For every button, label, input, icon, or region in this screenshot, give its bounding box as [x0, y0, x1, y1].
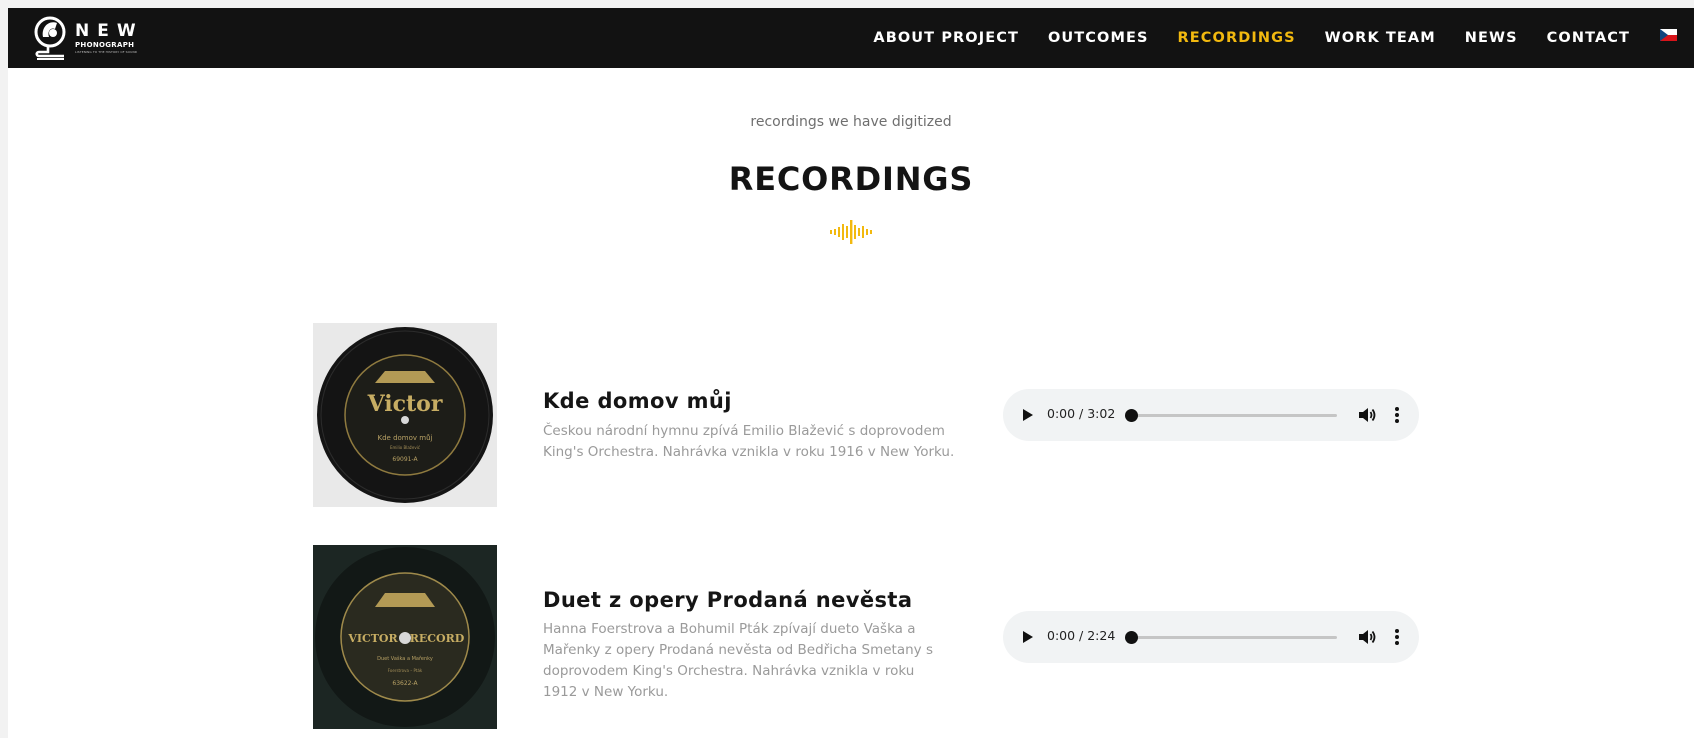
svg-text:Kde domov můj: Kde domov můj [378, 434, 433, 442]
volume-button[interactable] [1356, 626, 1378, 648]
main-nav: ABOUT PROJECT OUTCOMES RECORDINGS WORK T… [873, 8, 1630, 68]
section-kicker: recordings we have digitized [750, 114, 952, 130]
more-vertical-icon [1395, 629, 1399, 645]
nav-recordings[interactable]: RECORDINGS [1178, 30, 1296, 46]
nav-outcomes[interactable]: OUTCOMES [1048, 30, 1149, 46]
sound-wave-icon [830, 220, 872, 244]
svg-text:Victor: Victor [367, 391, 443, 417]
logo-word: NEW [75, 20, 144, 41]
nav-about-project[interactable]: ABOUT PROJECT [873, 30, 1019, 46]
nav-work-team[interactable]: WORK TEAM [1325, 30, 1436, 46]
recording-item: VICTOR RECORD Duet Vaška a Mařenky Foers… [313, 545, 1423, 729]
svg-text:VICTOR: VICTOR [347, 632, 398, 645]
svg-text:Foerstrova – Pták: Foerstrova – Pták [388, 668, 423, 673]
play-button[interactable] [1018, 627, 1038, 647]
more-options-button[interactable] [1391, 404, 1403, 426]
nav-contact[interactable]: CONTACT [1547, 30, 1630, 46]
victor-record-icon: Victor Kde domov můj Emilio Blažević 690… [313, 323, 497, 507]
seek-bar[interactable] [1131, 414, 1337, 417]
site-logo[interactable]: NEW PHONOGRAPH LISTENING TO THE HISTORY … [33, 14, 144, 62]
phonograph-logo-icon [34, 16, 66, 60]
player-time: 0:00 / 2:24 [1047, 628, 1116, 643]
more-options-button[interactable] [1391, 626, 1403, 648]
svg-text:RECORD: RECORD [410, 632, 465, 645]
volume-icon [1359, 630, 1376, 644]
recording-description: Hanna Foerstrova a Bohumil Pták zpívají … [543, 621, 933, 700]
audio-player: 0:00 / 3:02 [1003, 389, 1419, 441]
recording-title: Duet z opery Prodaná nevěsta [543, 588, 913, 612]
seek-bar[interactable] [1131, 636, 1337, 639]
page-title: RECORDINGS [728, 160, 974, 198]
more-vertical-icon [1395, 407, 1399, 423]
page: NEW PHONOGRAPH LISTENING TO THE HISTORY … [8, 8, 1694, 738]
volume-icon [1359, 408, 1376, 422]
seek-handle[interactable] [1125, 409, 1138, 422]
record-cover: VICTOR RECORD Duet Vaška a Mařenky Foers… [313, 545, 497, 729]
record-cover: Victor Kde domov můj Emilio Blažević 690… [313, 323, 497, 507]
play-icon [1023, 631, 1033, 643]
logo-tagline: LISTENING TO THE HISTORY OF SOUND [75, 49, 138, 54]
recording-description: Českou národní hymnu zpívá Emilio Blažev… [543, 423, 955, 460]
site-header: NEW PHONOGRAPH LISTENING TO THE HISTORY … [8, 8, 1694, 68]
recording-item: Victor Kde domov můj Emilio Blažević 690… [313, 323, 1423, 507]
svg-text:69091-A: 69091-A [392, 456, 418, 463]
seek-handle[interactable] [1125, 631, 1138, 644]
svg-text:Emilio Blažević: Emilio Blažević [390, 445, 420, 450]
victor-record-icon: VICTOR RECORD Duet Vaška a Mařenky Foers… [313, 545, 497, 729]
logo-subtitle: PHONOGRAPH [75, 40, 135, 49]
recording-title: Kde domov můj [543, 389, 732, 413]
volume-button[interactable] [1356, 404, 1378, 426]
play-button[interactable] [1018, 405, 1038, 425]
svg-text:63622-A: 63622-A [392, 680, 418, 687]
audio-player: 0:00 / 2:24 [1003, 611, 1419, 663]
play-icon [1023, 409, 1033, 421]
player-time: 0:00 / 3:02 [1047, 406, 1116, 421]
czech-flag-icon[interactable] [1660, 29, 1677, 41]
logo-text: NEW PHONOGRAPH LISTENING TO THE HISTORY … [75, 20, 144, 54]
nav-news[interactable]: NEWS [1465, 30, 1518, 46]
svg-text:Duet Vaška a Mařenky: Duet Vaška a Mařenky [377, 655, 433, 662]
